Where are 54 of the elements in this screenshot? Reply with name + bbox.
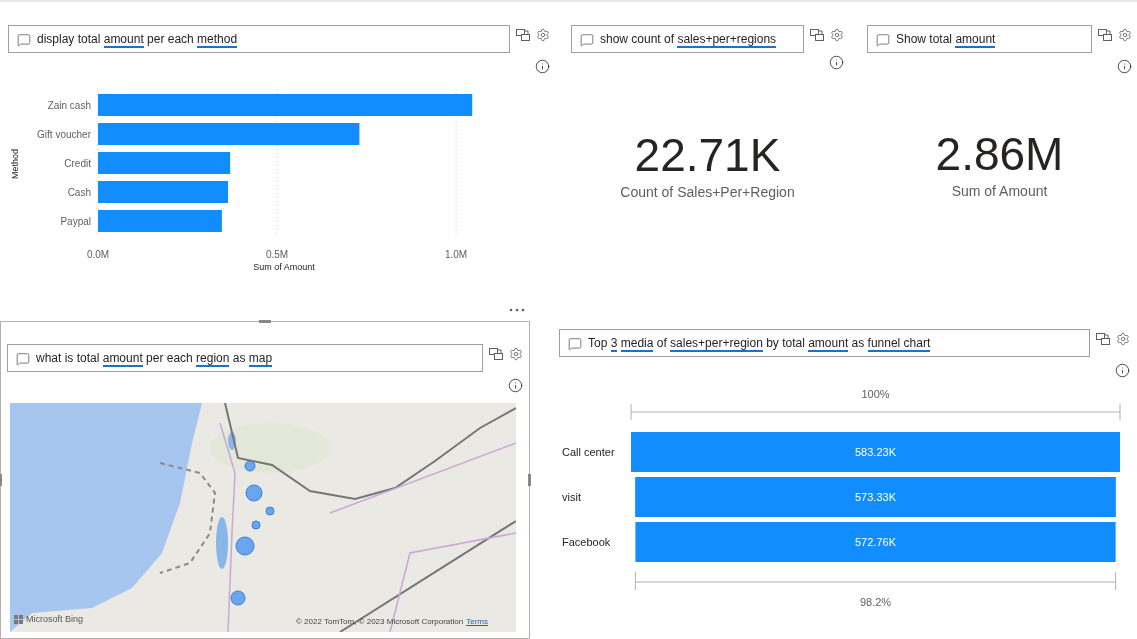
data-label: 573.33K [855, 491, 896, 503]
question-field[interactable]: what is total amount per each region as map [7, 344, 483, 372]
question-field[interactable]: display total amount per each method [8, 25, 510, 53]
kpi-value: 2.86M [935, 129, 1064, 179]
question-field[interactable]: show count of sales+per+regions [571, 25, 804, 53]
chat-icon [16, 352, 30, 366]
kpi-caption: Count of Sales+Per+Region [620, 184, 795, 200]
category-label: visit [562, 491, 581, 503]
more-options-icon[interactable] [509, 308, 525, 312]
category-label: Gift voucher [37, 129, 91, 140]
data-label: 583.23K [855, 446, 896, 458]
focus-mode-icon[interactable] [1098, 29, 1112, 41]
category-label: Cash [67, 187, 91, 198]
terms-link[interactable]: Terms [466, 617, 488, 626]
info-icon[interactable] [508, 378, 523, 393]
focus-mode-icon[interactable] [516, 29, 530, 41]
settings-icon[interactable] [1118, 28, 1132, 42]
kpi-caption: Sum of Amount [951, 183, 1048, 199]
focus-mode-icon[interactable] [1096, 333, 1110, 345]
focus-mode-icon[interactable] [489, 348, 503, 360]
axis-tick-label: 1.0M [445, 249, 468, 260]
settings-icon[interactable] [830, 28, 844, 42]
focus-mode-icon[interactable] [810, 29, 824, 41]
info-icon[interactable] [829, 55, 844, 70]
info-icon[interactable] [535, 59, 550, 74]
category-label: Call center [562, 446, 615, 458]
chat-icon [17, 33, 31, 47]
settings-icon[interactable] [509, 347, 523, 361]
axis-tick-label: 0.5M [265, 249, 289, 260]
axis-tick-label: 0.0M [86, 249, 110, 260]
windows-logo-icon [14, 614, 23, 624]
chat-icon [568, 337, 582, 351]
category-label: Paypal [60, 216, 91, 227]
axis-title: Method [10, 149, 20, 179]
resize-handle[interactable] [528, 474, 531, 486]
question-field[interactable]: Show total amount [867, 25, 1092, 53]
percent-label: 98.2% [859, 596, 892, 608]
question-field[interactable]: Top 3 media of sales+per+region by total amount as funnel chart [559, 329, 1090, 357]
settings-icon[interactable] [536, 28, 550, 42]
info-icon[interactable] [1115, 363, 1130, 378]
chat-icon [580, 33, 594, 47]
axis-title: Sum of Amount [253, 262, 315, 272]
info-icon[interactable] [1117, 59, 1132, 74]
map-attribution: © 2022 TomTom, © 2023 Microsoft Corporation [295, 617, 464, 626]
percent-label: 100% [861, 388, 890, 400]
data-label: 572.76K [855, 536, 896, 548]
chat-icon [876, 33, 890, 47]
kpi-value: 22.71K [634, 130, 781, 180]
settings-icon[interactable] [1116, 332, 1130, 346]
category-label: Facebook [562, 536, 611, 548]
category-label: Zain cash [47, 100, 91, 111]
resize-handle[interactable] [259, 320, 271, 323]
map-logo: Microsoft Bing [26, 614, 84, 624]
category-label: Credit [64, 158, 91, 169]
